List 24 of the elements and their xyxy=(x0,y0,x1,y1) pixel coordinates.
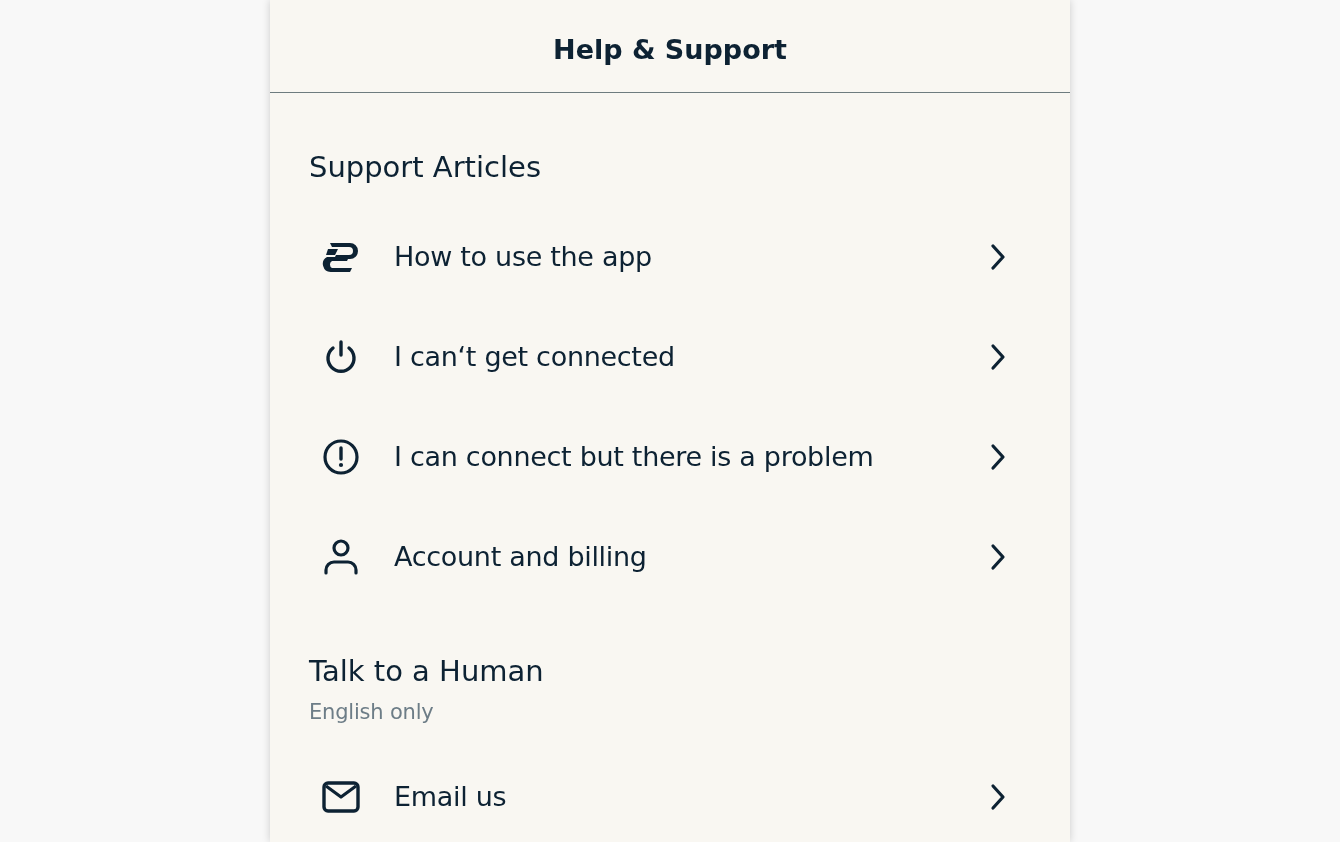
chevron-right-icon xyxy=(990,443,1006,471)
power-icon xyxy=(325,340,357,374)
menu-item[interactable]: I can‘t get connected xyxy=(309,312,1030,402)
item-label: How to use the app xyxy=(394,240,653,274)
section-heading: Talk to a Human xyxy=(309,653,545,689)
person-icon xyxy=(324,539,358,575)
section-heading: Support Articles xyxy=(309,149,542,185)
menu-item[interactable]: Email us xyxy=(309,752,1030,842)
mail-icon xyxy=(322,781,360,813)
logo-icon xyxy=(322,242,360,272)
chevron-right-icon xyxy=(990,243,1006,271)
menu-item[interactable]: Account and billing xyxy=(309,512,1030,602)
item-label: Email us xyxy=(394,780,508,814)
section-subtitle: English only xyxy=(309,699,435,726)
chevron-right-icon xyxy=(990,343,1006,371)
menu-item[interactable]: I can connect but there is a problem xyxy=(309,412,1030,502)
chevron-right-icon xyxy=(990,543,1006,571)
page-title: Help & Support xyxy=(553,33,787,67)
item-label: I can‘t get connected xyxy=(394,340,676,374)
item-label: I can connect but there is a problem xyxy=(394,440,875,474)
menu-item[interactable]: How to use the app xyxy=(309,212,1030,302)
alert-circle-icon xyxy=(323,439,359,475)
chevron-right-icon xyxy=(990,783,1006,811)
item-label: Account and billing xyxy=(394,540,648,574)
